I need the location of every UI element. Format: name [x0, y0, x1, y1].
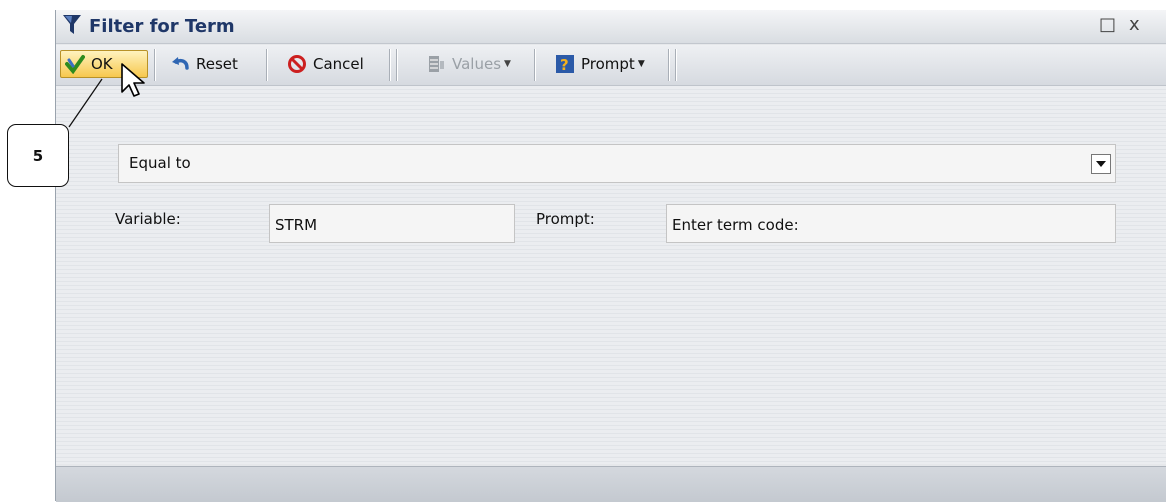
dialog-title: Filter for Term	[89, 16, 235, 37]
toolbar: OK Reset Cancel Values ▼ ? Prompt ▼	[56, 45, 1166, 86]
variable-field[interactable]: STRM	[269, 204, 515, 243]
reset-label: Reset	[196, 55, 238, 73]
variable-label: Variable:	[115, 210, 181, 228]
prompt-field-label: Prompt:	[536, 210, 595, 228]
toolbar-separator	[675, 49, 676, 81]
status-bar	[56, 466, 1166, 502]
prompt-dropdown-button[interactable]: ? Prompt ▼	[551, 50, 649, 78]
filter-dialog: Filter for Term □ x OK Reset Cancel Valu…	[55, 10, 1166, 502]
step-callout: 5	[7, 124, 69, 187]
operator-select[interactable]: Equal to	[118, 144, 1116, 183]
values-dropdown-button[interactable]: Values ▼	[422, 50, 515, 78]
ok-label: OK	[91, 55, 113, 73]
checkmark-icon	[65, 55, 85, 74]
reset-arrow-icon	[172, 57, 189, 70]
operator-select-value: Equal to	[129, 154, 191, 172]
filter-content-area: Equal to Variable: STRM Prompt: Enter te…	[56, 86, 1166, 464]
cancel-icon	[288, 55, 306, 73]
cancel-label: Cancel	[313, 55, 364, 73]
chevron-down-icon: ▼	[504, 59, 511, 69]
chevron-down-icon[interactable]	[1091, 154, 1111, 174]
reset-button[interactable]: Reset	[166, 50, 242, 78]
prompt-field[interactable]: Enter term code:	[666, 204, 1116, 243]
toolbar-separator	[389, 49, 390, 81]
close-button[interactable]: x	[1129, 15, 1140, 35]
toolbar-separator	[396, 49, 397, 81]
chevron-down-icon: ▼	[637, 59, 645, 69]
step-number: 5	[32, 147, 44, 165]
toolbar-separator	[154, 49, 155, 81]
prompt-button-label: Prompt	[581, 55, 635, 73]
prompt-icon: ?	[556, 55, 574, 74]
toolbar-separator	[668, 49, 669, 81]
cancel-button[interactable]: Cancel	[283, 50, 368, 78]
maximize-button[interactable]: □	[1099, 15, 1116, 35]
svg-text:?: ?	[560, 56, 569, 74]
toolbar-separator	[534, 49, 535, 81]
values-label: Values	[452, 55, 502, 73]
funnel-icon	[63, 15, 81, 34]
title-bar: Filter for Term □ x	[56, 10, 1166, 44]
values-icon	[429, 56, 444, 72]
toolbar-separator	[266, 49, 267, 81]
mouse-cursor-icon	[121, 63, 145, 97]
